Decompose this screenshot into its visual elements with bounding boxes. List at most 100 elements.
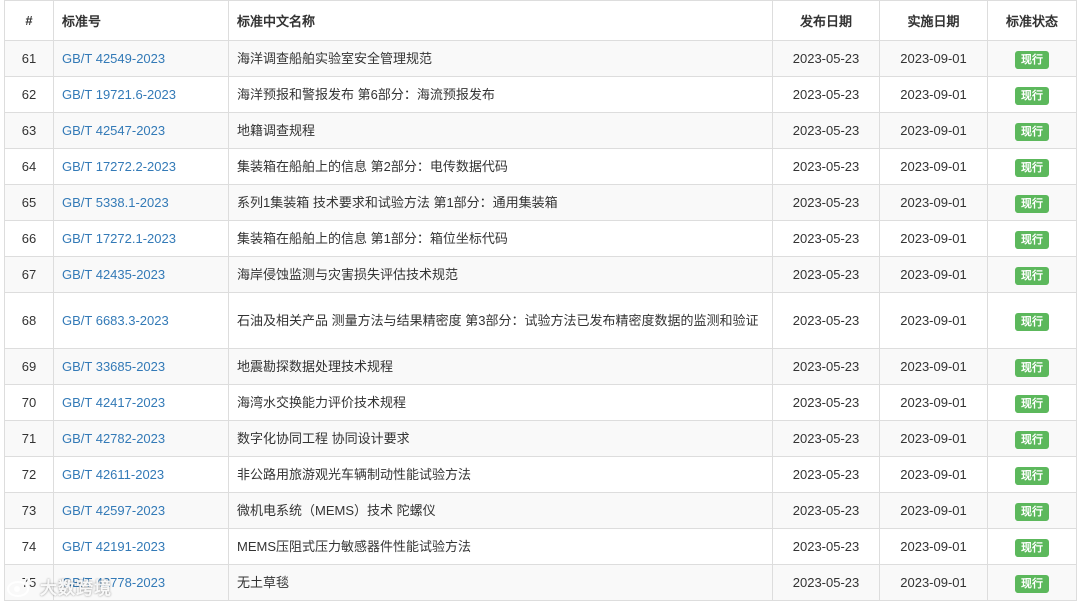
standard-code-link[interactable]: GB/T 42417-2023: [62, 395, 165, 410]
table-row: 73 GB/T 42597-2023 微机电系统（MEMS）技术 陀螺仪 202…: [4, 492, 1077, 529]
row-num: 63: [4, 112, 54, 149]
table-row: 63 GB/T 42547-2023 地籍调查规程 2023-05-23 202…: [4, 112, 1077, 149]
implement-date: 2023-09-01: [879, 256, 988, 293]
table-row: 65 GB/T 5338.1-2023 系列1集装箱 技术要求和试验方法 第1部…: [4, 184, 1077, 221]
publish-date: 2023-05-23: [772, 420, 880, 457]
row-num: 66: [4, 220, 54, 257]
header-num: #: [4, 0, 54, 41]
status-badge: 现行: [1015, 574, 1049, 593]
row-num: 73: [4, 492, 54, 529]
table-row: 68 GB/T 6683.3-2023 石油及相关产品 测量方法与结果精密度 第…: [4, 292, 1077, 349]
header-publish-date: 发布日期: [772, 0, 880, 41]
implement-date: 2023-09-01: [879, 112, 988, 149]
table-row: 72 GB/T 42611-2023 非公路用旅游观光车辆制动性能试验方法 20…: [4, 456, 1077, 493]
row-num: 71: [4, 420, 54, 457]
publish-date: 2023-05-23: [772, 112, 880, 149]
standard-code-link[interactable]: GB/T 42547-2023: [62, 123, 165, 138]
row-num: 68: [4, 292, 54, 349]
status-badge: 现行: [1015, 266, 1049, 285]
header-code: 标准号: [53, 0, 229, 41]
status-badge: 现行: [1015, 502, 1049, 521]
standard-code-link[interactable]: GB/T 42611-2023: [62, 467, 164, 482]
header-implement-date: 实施日期: [879, 0, 988, 41]
status-badge: 现行: [1015, 538, 1049, 557]
standard-code-link[interactable]: GB/T 42435-2023: [62, 267, 165, 282]
publish-date: 2023-05-23: [772, 528, 880, 565]
publish-date: 2023-05-23: [772, 348, 880, 385]
publish-date: 2023-05-23: [772, 456, 880, 493]
implement-date: 2023-09-01: [879, 40, 988, 77]
row-num: 69: [4, 348, 54, 385]
publish-date: 2023-05-23: [772, 220, 880, 257]
table-row: 75 GB/T 42778-2023 无土草毯 2023-05-23 2023-…: [4, 564, 1077, 601]
row-num: 64: [4, 148, 54, 185]
implement-date: 2023-09-01: [879, 384, 988, 421]
standard-code-link[interactable]: GB/T 42191-2023: [62, 539, 165, 554]
row-num: 74: [4, 528, 54, 565]
status-badge: 现行: [1015, 358, 1049, 377]
publish-date: 2023-05-23: [772, 292, 880, 349]
publish-date: 2023-05-23: [772, 256, 880, 293]
row-num: 61: [4, 40, 54, 77]
implement-date: 2023-09-01: [879, 348, 988, 385]
standard-name: 系列1集装箱 技术要求和试验方法 第1部分：通用集装箱: [228, 184, 773, 221]
publish-date: 2023-05-23: [772, 40, 880, 77]
standards-table-container: # 标准号 标准中文名称 发布日期 实施日期 标准状态 61 GB/T 4254…: [4, 0, 1077, 601]
row-num: 70: [4, 384, 54, 421]
standard-code-link[interactable]: GB/T 42597-2023: [62, 503, 165, 518]
status-badge: 现行: [1015, 430, 1049, 449]
standard-code-link[interactable]: GB/T 17272.1-2023: [62, 231, 176, 246]
status-badge: 现行: [1015, 194, 1049, 213]
standard-name: 地籍调查规程: [228, 112, 773, 149]
table-row: 61 GB/T 42549-2023 海洋调查船舶实验室安全管理规范 2023-…: [4, 40, 1077, 77]
publish-date: 2023-05-23: [772, 76, 880, 113]
standard-code-link[interactable]: GB/T 42782-2023: [62, 431, 165, 446]
standard-code-link[interactable]: GB/T 33685-2023: [62, 359, 165, 374]
row-num: 62: [4, 76, 54, 113]
table-row: 70 GB/T 42417-2023 海湾水交换能力评价技术规程 2023-05…: [4, 384, 1077, 421]
publish-date: 2023-05-23: [772, 384, 880, 421]
status-badge: 现行: [1015, 86, 1049, 105]
table-header-row: # 标准号 标准中文名称 发布日期 实施日期 标准状态: [4, 0, 1077, 41]
implement-date: 2023-09-01: [879, 220, 988, 257]
row-num: 72: [4, 456, 54, 493]
standard-name: 海洋调查船舶实验室安全管理规范: [228, 40, 773, 77]
status-badge: 现行: [1015, 312, 1049, 331]
standard-code-link[interactable]: GB/T 19721.6-2023: [62, 87, 176, 102]
standard-name: 非公路用旅游观光车辆制动性能试验方法: [228, 456, 773, 493]
publish-date: 2023-05-23: [772, 184, 880, 221]
standard-name: 集装箱在船舶上的信息 第2部分：电传数据代码: [228, 148, 773, 185]
implement-date: 2023-09-01: [879, 148, 988, 185]
header-status: 标准状态: [987, 0, 1077, 41]
table-row: 62 GB/T 19721.6-2023 海洋预报和警报发布 第6部分：海流预报…: [4, 76, 1077, 113]
standard-name: 微机电系统（MEMS）技术 陀螺仪: [228, 492, 773, 529]
table-row: 69 GB/T 33685-2023 地震勘探数据处理技术规程 2023-05-…: [4, 348, 1077, 385]
status-badge: 现行: [1015, 230, 1049, 249]
standards-table: # 标准号 标准中文名称 发布日期 实施日期 标准状态 61 GB/T 4254…: [4, 0, 1077, 601]
publish-date: 2023-05-23: [772, 148, 880, 185]
row-num: 65: [4, 184, 54, 221]
status-badge: 现行: [1015, 122, 1049, 141]
implement-date: 2023-09-01: [879, 456, 988, 493]
status-badge: 现行: [1015, 466, 1049, 485]
standard-name: 海湾水交换能力评价技术规程: [228, 384, 773, 421]
implement-date: 2023-09-01: [879, 420, 988, 457]
implement-date: 2023-09-01: [879, 76, 988, 113]
table-row: 71 GB/T 42782-2023 数字化协同工程 协同设计要求 2023-0…: [4, 420, 1077, 457]
standard-code-link[interactable]: GB/T 5338.1-2023: [62, 195, 169, 210]
standard-name: 海岸侵蚀监测与灾害损失评估技术规范: [228, 256, 773, 293]
status-badge: 现行: [1015, 394, 1049, 413]
standard-code-link[interactable]: GB/T 42778-2023: [62, 575, 165, 590]
table-body: 61 GB/T 42549-2023 海洋调查船舶实验室安全管理规范 2023-…: [4, 40, 1077, 601]
standard-code-link[interactable]: GB/T 42549-2023: [62, 51, 165, 66]
standard-name: 石油及相关产品 测量方法与结果精密度 第3部分：试验方法已发布精密度数据的监测和…: [228, 292, 773, 349]
standard-code-link[interactable]: GB/T 6683.3-2023: [62, 313, 169, 328]
table-row: 67 GB/T 42435-2023 海岸侵蚀监测与灾害损失评估技术规范 202…: [4, 256, 1077, 293]
standard-code-link[interactable]: GB/T 17272.2-2023: [62, 159, 176, 174]
standard-name: 无土草毯: [228, 564, 773, 601]
table-row: 64 GB/T 17272.2-2023 集装箱在船舶上的信息 第2部分：电传数…: [4, 148, 1077, 185]
status-badge: 现行: [1015, 50, 1049, 69]
standard-name: MEMS压阻式压力敏感器件性能试验方法: [228, 528, 773, 565]
standard-name: 数字化协同工程 协同设计要求: [228, 420, 773, 457]
publish-date: 2023-05-23: [772, 492, 880, 529]
